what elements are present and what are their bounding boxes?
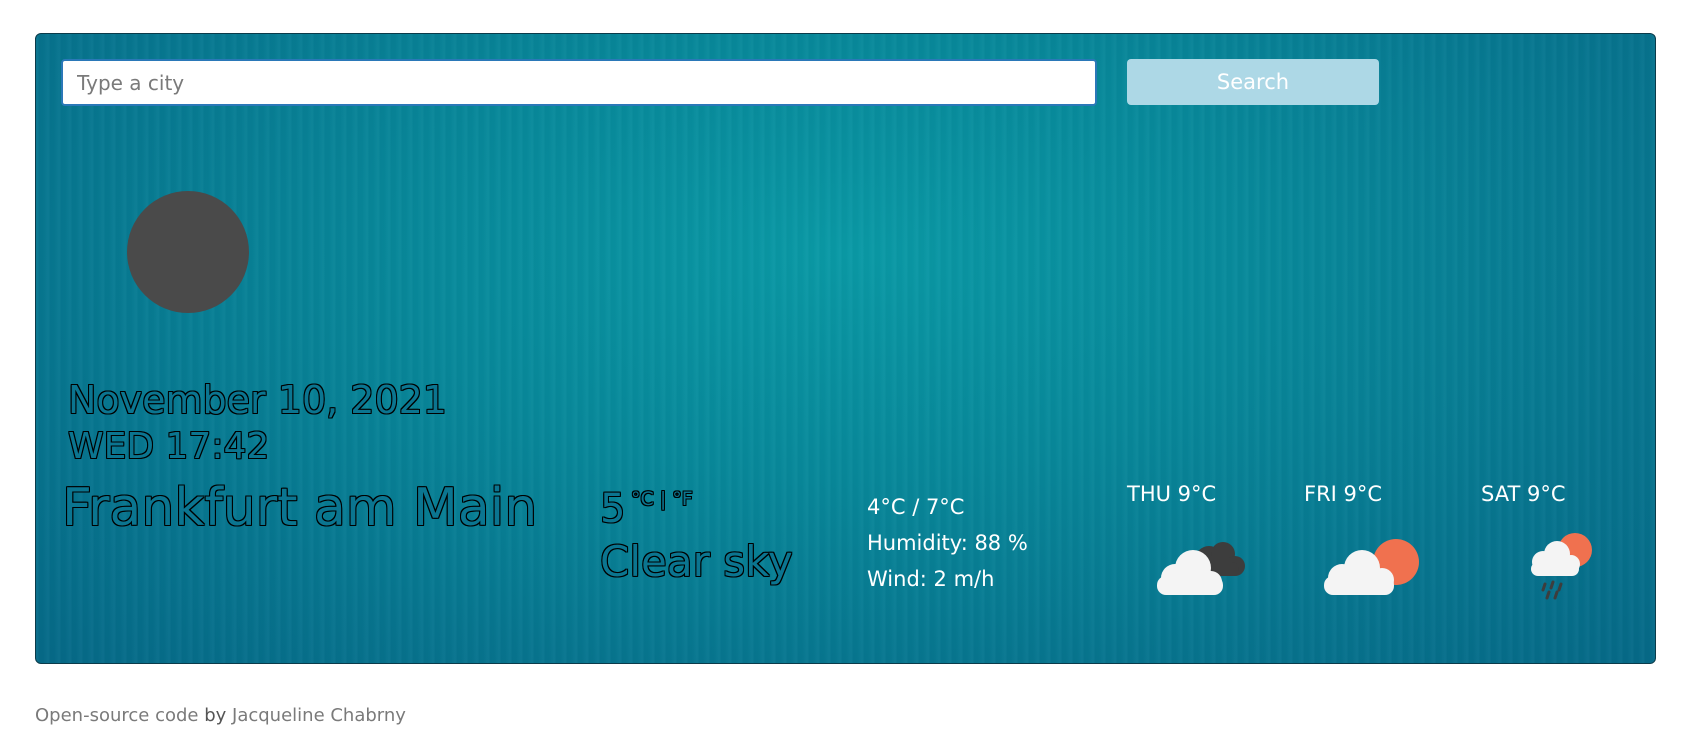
forecast-label: THU 9°C xyxy=(1127,482,1217,506)
current-day-time: WED 17:42 xyxy=(68,426,270,467)
weather-description: Clear sky xyxy=(600,537,793,586)
unit-toggle: °C | °F xyxy=(631,488,693,510)
forecast-label: FRI 9°C xyxy=(1304,482,1383,506)
footer: Open-source code by Jacqueline Chabrny xyxy=(35,705,406,726)
city-search-input[interactable] xyxy=(61,59,1097,106)
wind-speed: Wind: 2 m/h xyxy=(867,567,995,591)
forecast-sat: SAT 9°C xyxy=(1481,482,1621,600)
search-button[interactable]: Search xyxy=(1127,59,1379,105)
unit-separator: | xyxy=(659,488,667,510)
forecast-fri: FRI 9°C xyxy=(1304,482,1444,595)
fahrenheit-link[interactable]: °F xyxy=(672,488,692,510)
weather-icon-placeholder xyxy=(127,191,249,313)
rain-cloud-sun-icon xyxy=(1531,533,1592,600)
source-code-link[interactable]: Open-source code xyxy=(35,705,198,726)
footer-by: by xyxy=(198,705,233,726)
current-temperature: 5 xyxy=(600,486,626,532)
forecast-label: SAT 9°C xyxy=(1481,482,1566,506)
weather-card: Search November 10, 2021 WED 17:42 Frank… xyxy=(35,33,1656,664)
author-link[interactable]: Jacqueline Chabrny xyxy=(232,705,406,726)
city-name: Frankfurt am Main xyxy=(62,478,538,538)
forecast-thu: THU 9°C xyxy=(1127,482,1267,595)
humidity: Humidity: 88 % xyxy=(867,531,1028,555)
cloud-dark-cloud-icon xyxy=(1157,542,1245,595)
current-date: November 10, 2021 xyxy=(68,378,447,422)
celsius-link[interactable]: °C xyxy=(631,488,654,510)
min-max-temperature: 4°C / 7°C xyxy=(867,495,965,519)
sun-behind-cloud-icon xyxy=(1324,539,1419,595)
weather-details: 4°C / 7°C Humidity: 88 % Wind: 2 m/h xyxy=(867,489,1028,597)
